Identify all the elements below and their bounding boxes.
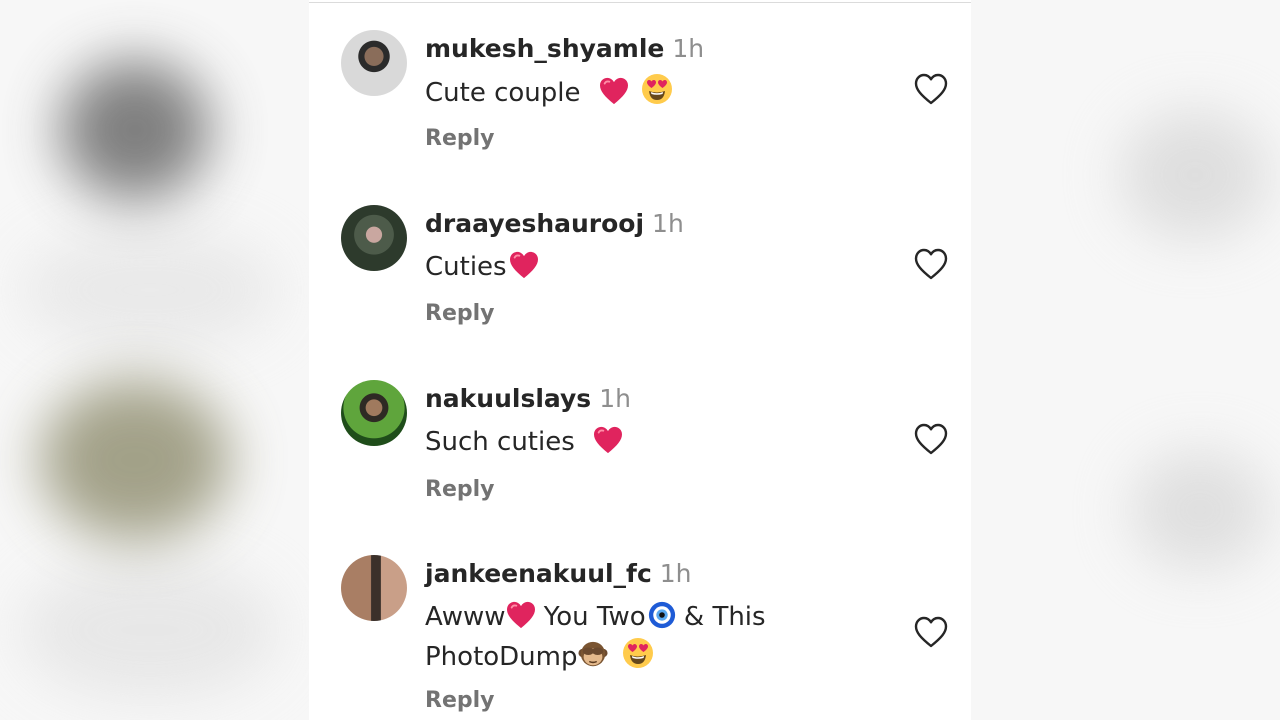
comment-body-part: You Two — [543, 602, 646, 632]
heart-eyes-emoji-icon — [641, 73, 673, 105]
like-heart-icon[interactable] — [913, 615, 949, 649]
comment-text: Cuties — [425, 248, 895, 287]
like-heart-icon[interactable] — [913, 72, 949, 106]
reply-button[interactable]: Reply — [425, 126, 495, 151]
like-heart-icon[interactable] — [913, 247, 949, 281]
red-heart-emoji-icon — [599, 77, 629, 105]
comment-body-part: Awww — [425, 602, 506, 632]
comment-body: Such cuties — [425, 427, 575, 457]
like-heart-icon[interactable] — [913, 422, 949, 456]
comment-body: Cuties — [425, 252, 507, 282]
username[interactable]: draayeshaurooj — [425, 209, 644, 238]
comment-header: nakuulslays 1h — [425, 384, 631, 413]
blurred-backdrop — [20, 560, 280, 700]
comment-header: jankeenakuul_fc 1h — [425, 559, 692, 588]
timestamp: 1h — [599, 384, 631, 413]
comment-body-part: PhotoDump — [425, 642, 578, 672]
divider — [309, 2, 971, 3]
red-heart-emoji-icon — [506, 601, 536, 629]
timestamp: 1h — [652, 209, 684, 238]
reply-button[interactable]: Reply — [425, 688, 495, 713]
heart-eyes-emoji-icon — [622, 637, 654, 669]
red-heart-emoji-icon — [593, 426, 623, 454]
timestamp: 1h — [672, 34, 705, 63]
avatar[interactable] — [341, 205, 407, 271]
comment-body-part: & This — [683, 602, 766, 632]
video-frame: mukesh_shyamle 1h Cute couple Reply draay… — [0, 0, 1280, 720]
timestamp: 1h — [659, 559, 692, 588]
comment-text: Cute couple — [425, 73, 895, 113]
username[interactable]: jankeenakuul_fc — [425, 559, 652, 588]
comment-body: Cute couple — [425, 78, 581, 108]
reply-button[interactable]: Reply — [425, 477, 495, 502]
comment-text: Such cuties — [425, 423, 895, 462]
comment-text: Awww You Two & This PhotoDump — [425, 598, 895, 677]
blurred-backdrop — [1120, 110, 1270, 240]
avatar[interactable] — [341, 380, 407, 446]
comment-header: draayeshaurooj 1h — [425, 209, 684, 238]
red-heart-emoji-icon — [509, 251, 539, 279]
blurred-backdrop — [1130, 450, 1270, 570]
username[interactable]: mukesh_shyamle — [425, 34, 664, 63]
comments-panel: mukesh_shyamle 1h Cute couple Reply draay… — [309, 0, 971, 720]
evil-eye-emoji-icon — [648, 601, 676, 629]
see-no-evil-monkey-emoji-icon — [578, 639, 608, 669]
avatar[interactable] — [341, 30, 407, 96]
avatar[interactable] — [341, 555, 407, 621]
comment-header: mukesh_shyamle 1h — [425, 34, 704, 63]
blurred-backdrop — [40, 380, 230, 540]
username[interactable]: nakuulslays — [425, 384, 591, 413]
reply-button[interactable]: Reply — [425, 301, 495, 326]
blurred-backdrop — [60, 60, 210, 200]
blurred-backdrop — [20, 230, 280, 350]
